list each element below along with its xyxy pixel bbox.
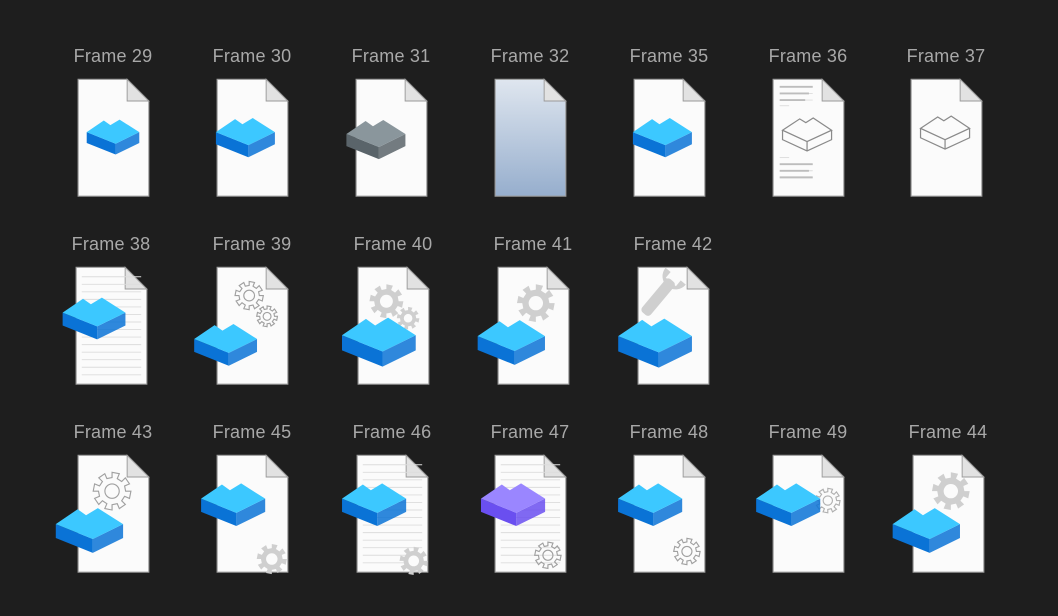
frame-label: Frame 40 — [353, 234, 433, 254]
frame-label: Frame 45 — [212, 422, 292, 442]
frame-label: Frame 43 — [73, 422, 153, 442]
frame-label: Frame 44 — [908, 422, 988, 442]
file-outline-stack-icon — [881, 68, 1011, 200]
file-blue-stack-icon — [187, 68, 317, 200]
frame-label: Frame 36 — [768, 46, 848, 66]
frame-frame-49[interactable]: Frame 49 — [743, 422, 873, 582]
file-blue-stack-icon — [604, 68, 734, 200]
frame-frame-41[interactable]: Frame 41 — [468, 234, 598, 394]
frame-label: Frame 46 — [352, 422, 432, 442]
frame-label: Frame 30 — [212, 46, 292, 66]
file-lines-purple-stack-gear-icon — [465, 444, 595, 576]
frame-label: Frame 48 — [629, 422, 709, 442]
frame-label: Frame 39 — [212, 234, 292, 254]
file-gradient-blank-icon — [465, 68, 595, 200]
frame-frame-29[interactable]: Frame 29 — [48, 46, 178, 206]
frame-label: Frame 38 — [71, 234, 151, 254]
frame-label: Frame 49 — [768, 422, 848, 442]
frame-label: Frame 41 — [493, 234, 573, 254]
file-gear-blue-stack-icon — [883, 444, 1013, 576]
frame-label: Frame 37 — [906, 46, 986, 66]
file-outline-stack-lines-icon — [743, 68, 873, 200]
frame-frame-35[interactable]: Frame 35 — [604, 46, 734, 206]
file-lines-blue-stack-icon — [46, 256, 176, 388]
file-gear-blue-stack-icon — [468, 256, 598, 388]
frame-frame-44[interactable]: Frame 44 — [883, 422, 1013, 582]
file-blue-stack-side-gear-icon — [743, 444, 873, 576]
file-gray-stack-icon — [326, 68, 456, 200]
frame-label: Frame 31 — [351, 46, 431, 66]
file-lines-blue-stack-corner-gear-icon — [327, 444, 457, 576]
frame-frame-38[interactable]: Frame 38 — [46, 234, 176, 394]
frame-frame-42[interactable]: Frame 42 — [608, 234, 738, 394]
frame-frame-43[interactable]: Frame 43 — [48, 422, 178, 582]
frame-frame-32[interactable]: Frame 32 — [465, 46, 595, 206]
frame-frame-36[interactable]: Frame 36 — [743, 46, 873, 206]
file-gears-outline-blue-stack-icon — [187, 256, 317, 388]
frame-label: Frame 32 — [490, 46, 570, 66]
file-blue-stack-small-icon — [48, 68, 178, 200]
file-gear-outline-blue-stack-icon — [48, 444, 178, 576]
file-blue-stack-corner-gear-icon — [187, 444, 317, 576]
frame-frame-37[interactable]: Frame 37 — [881, 46, 1011, 206]
frame-label: Frame 35 — [629, 46, 709, 66]
frame-frame-46[interactable]: Frame 46 — [327, 422, 457, 582]
frame-frame-45[interactable]: Frame 45 — [187, 422, 317, 582]
file-blue-stack-gear-outline-icon — [604, 444, 734, 576]
frame-frame-39[interactable]: Frame 39 — [187, 234, 317, 394]
file-wrench-blue-stack-icon — [608, 256, 738, 388]
frame-frame-40[interactable]: Frame 40 — [328, 234, 458, 394]
frame-label: Frame 47 — [490, 422, 570, 442]
file-gears-blue-stack-icon — [328, 256, 458, 388]
frame-frame-47[interactable]: Frame 47 — [465, 422, 595, 582]
frame-frame-31[interactable]: Frame 31 — [326, 46, 456, 206]
frame-label: Frame 42 — [633, 234, 713, 254]
design-canvas[interactable]: Frame 29 Frame 30 Frame 31 Frame 32 Fram… — [0, 0, 1058, 616]
frame-frame-48[interactable]: Frame 48 — [604, 422, 734, 582]
frame-label: Frame 29 — [73, 46, 153, 66]
frame-frame-30[interactable]: Frame 30 — [187, 46, 317, 206]
